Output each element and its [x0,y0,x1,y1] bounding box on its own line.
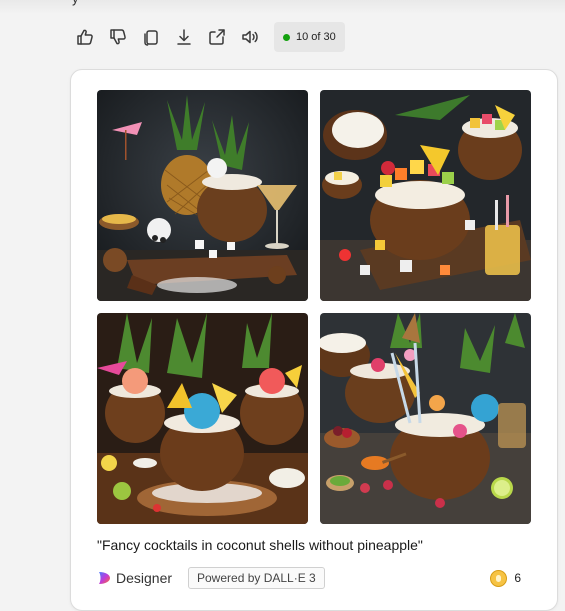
thumbs-up-icon [77,29,93,45]
designer-logo-icon [99,572,110,584]
response-counter: 10 of 30 [274,22,345,52]
share-icon [209,29,225,45]
status-dot [283,33,290,41]
boost-count: 6 [514,571,521,585]
powered-by-badge: Powered by DALL·E 3 [188,567,325,589]
read-aloud-button[interactable] [239,26,261,48]
image-prompt-text: "Fancy cocktails in coconut shells witho… [97,537,423,553]
designer-brand-label: Designer [116,570,173,586]
image-grid [97,90,531,524]
coconut-fruit-salad-picture [320,90,531,301]
copy-icon [144,30,158,46]
coconut-flowers-picture [320,313,531,524]
speaker-icon [242,30,258,44]
generated-image-4[interactable] [320,313,531,524]
thumbs-up-button[interactable] [74,26,96,48]
generated-image-2[interactable] [320,90,531,301]
clipped-text: y [72,0,88,6]
thumbs-down-icon [110,29,126,45]
thumbs-down-button[interactable] [107,26,129,48]
image-result-card: "Fancy cocktails in coconut shells witho… [70,69,558,611]
counter-text: 10 of 30 [296,31,336,43]
boost-counter[interactable]: 6 [490,567,521,589]
copy-button[interactable] [140,26,162,48]
coconut-sorbet-picture [97,313,308,524]
download-icon [177,29,191,45]
designer-link[interactable]: Designer [97,567,172,589]
generated-image-3[interactable] [97,313,308,524]
response-toolbar: 10 of 30 [74,22,345,52]
share-button[interactable] [206,26,228,48]
card-footer: Designer Powered by DALL·E 3 6 [97,567,531,589]
coconut-cocktail-picture [97,90,308,301]
boost-coin-icon [490,569,508,587]
download-button[interactable] [173,26,195,48]
generated-image-1[interactable] [97,90,308,301]
